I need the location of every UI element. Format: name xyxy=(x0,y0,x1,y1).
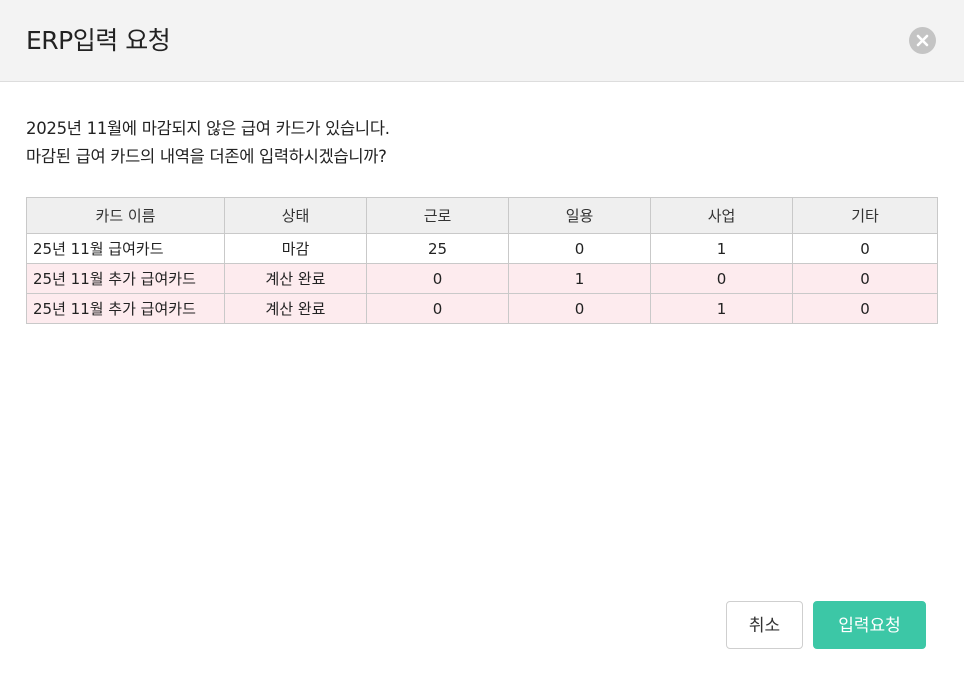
column-header-card-name: 카드 이름 xyxy=(26,197,225,234)
cell-status: 마감 xyxy=(224,233,367,264)
cell-card-name: 25년 11월 추가 급여카드 xyxy=(26,293,225,324)
table-row: 25년 11월 급여카드 마감 25 0 1 0 xyxy=(26,233,938,264)
close-button[interactable] xyxy=(909,27,936,54)
dialog-header: ERP입력 요청 xyxy=(0,0,964,82)
column-header-daily: 일용 xyxy=(508,197,651,234)
message-line-1: 2025년 11월에 마감되지 않은 급여 카드가 있습니다. xyxy=(26,119,390,138)
column-header-other: 기타 xyxy=(792,197,938,234)
cell-work: 0 xyxy=(366,293,509,324)
cancel-button[interactable]: 취소 xyxy=(726,601,803,649)
confirm-message: 2025년 11월에 마감되지 않은 급여 카드가 있습니다. 마감된 급여 카… xyxy=(26,115,390,171)
column-header-business: 사업 xyxy=(650,197,793,234)
cell-other: 0 xyxy=(792,233,938,264)
cell-other: 0 xyxy=(792,263,938,294)
message-line-2: 마감된 급여 카드의 내역을 더존에 입력하시겠습니까? xyxy=(26,147,387,166)
cell-card-name: 25년 11월 급여카드 xyxy=(26,233,225,264)
cell-daily: 1 xyxy=(508,263,651,294)
column-header-status: 상태 xyxy=(224,197,367,234)
cell-work: 0 xyxy=(366,263,509,294)
cell-other: 0 xyxy=(792,293,938,324)
cell-business: 1 xyxy=(650,233,793,264)
cell-business: 0 xyxy=(650,263,793,294)
close-icon xyxy=(916,34,929,47)
cell-business: 1 xyxy=(650,293,793,324)
cell-status: 계산 완료 xyxy=(224,263,367,294)
cell-status: 계산 완료 xyxy=(224,293,367,324)
table-header-row: 카드 이름 상태 근로 일용 사업 기타 xyxy=(26,197,938,234)
erp-request-dialog: ERP입력 요청 2025년 11월에 마감되지 않은 급여 카드가 있습니다.… xyxy=(0,0,964,686)
column-header-work: 근로 xyxy=(366,197,509,234)
payroll-card-table: 카드 이름 상태 근로 일용 사업 기타 25년 11월 급여카드 마감 25 … xyxy=(26,197,938,324)
cell-daily: 0 xyxy=(508,293,651,324)
dialog-title: ERP입력 요청 xyxy=(26,26,171,55)
request-input-button[interactable]: 입력요청 xyxy=(813,601,926,649)
table-row: 25년 11월 추가 급여카드 계산 완료 0 0 1 0 xyxy=(26,293,938,324)
cell-daily: 0 xyxy=(508,233,651,264)
cell-work: 25 xyxy=(366,233,509,264)
table-row: 25년 11월 추가 급여카드 계산 완료 0 1 0 0 xyxy=(26,263,938,294)
cell-card-name: 25년 11월 추가 급여카드 xyxy=(26,263,225,294)
